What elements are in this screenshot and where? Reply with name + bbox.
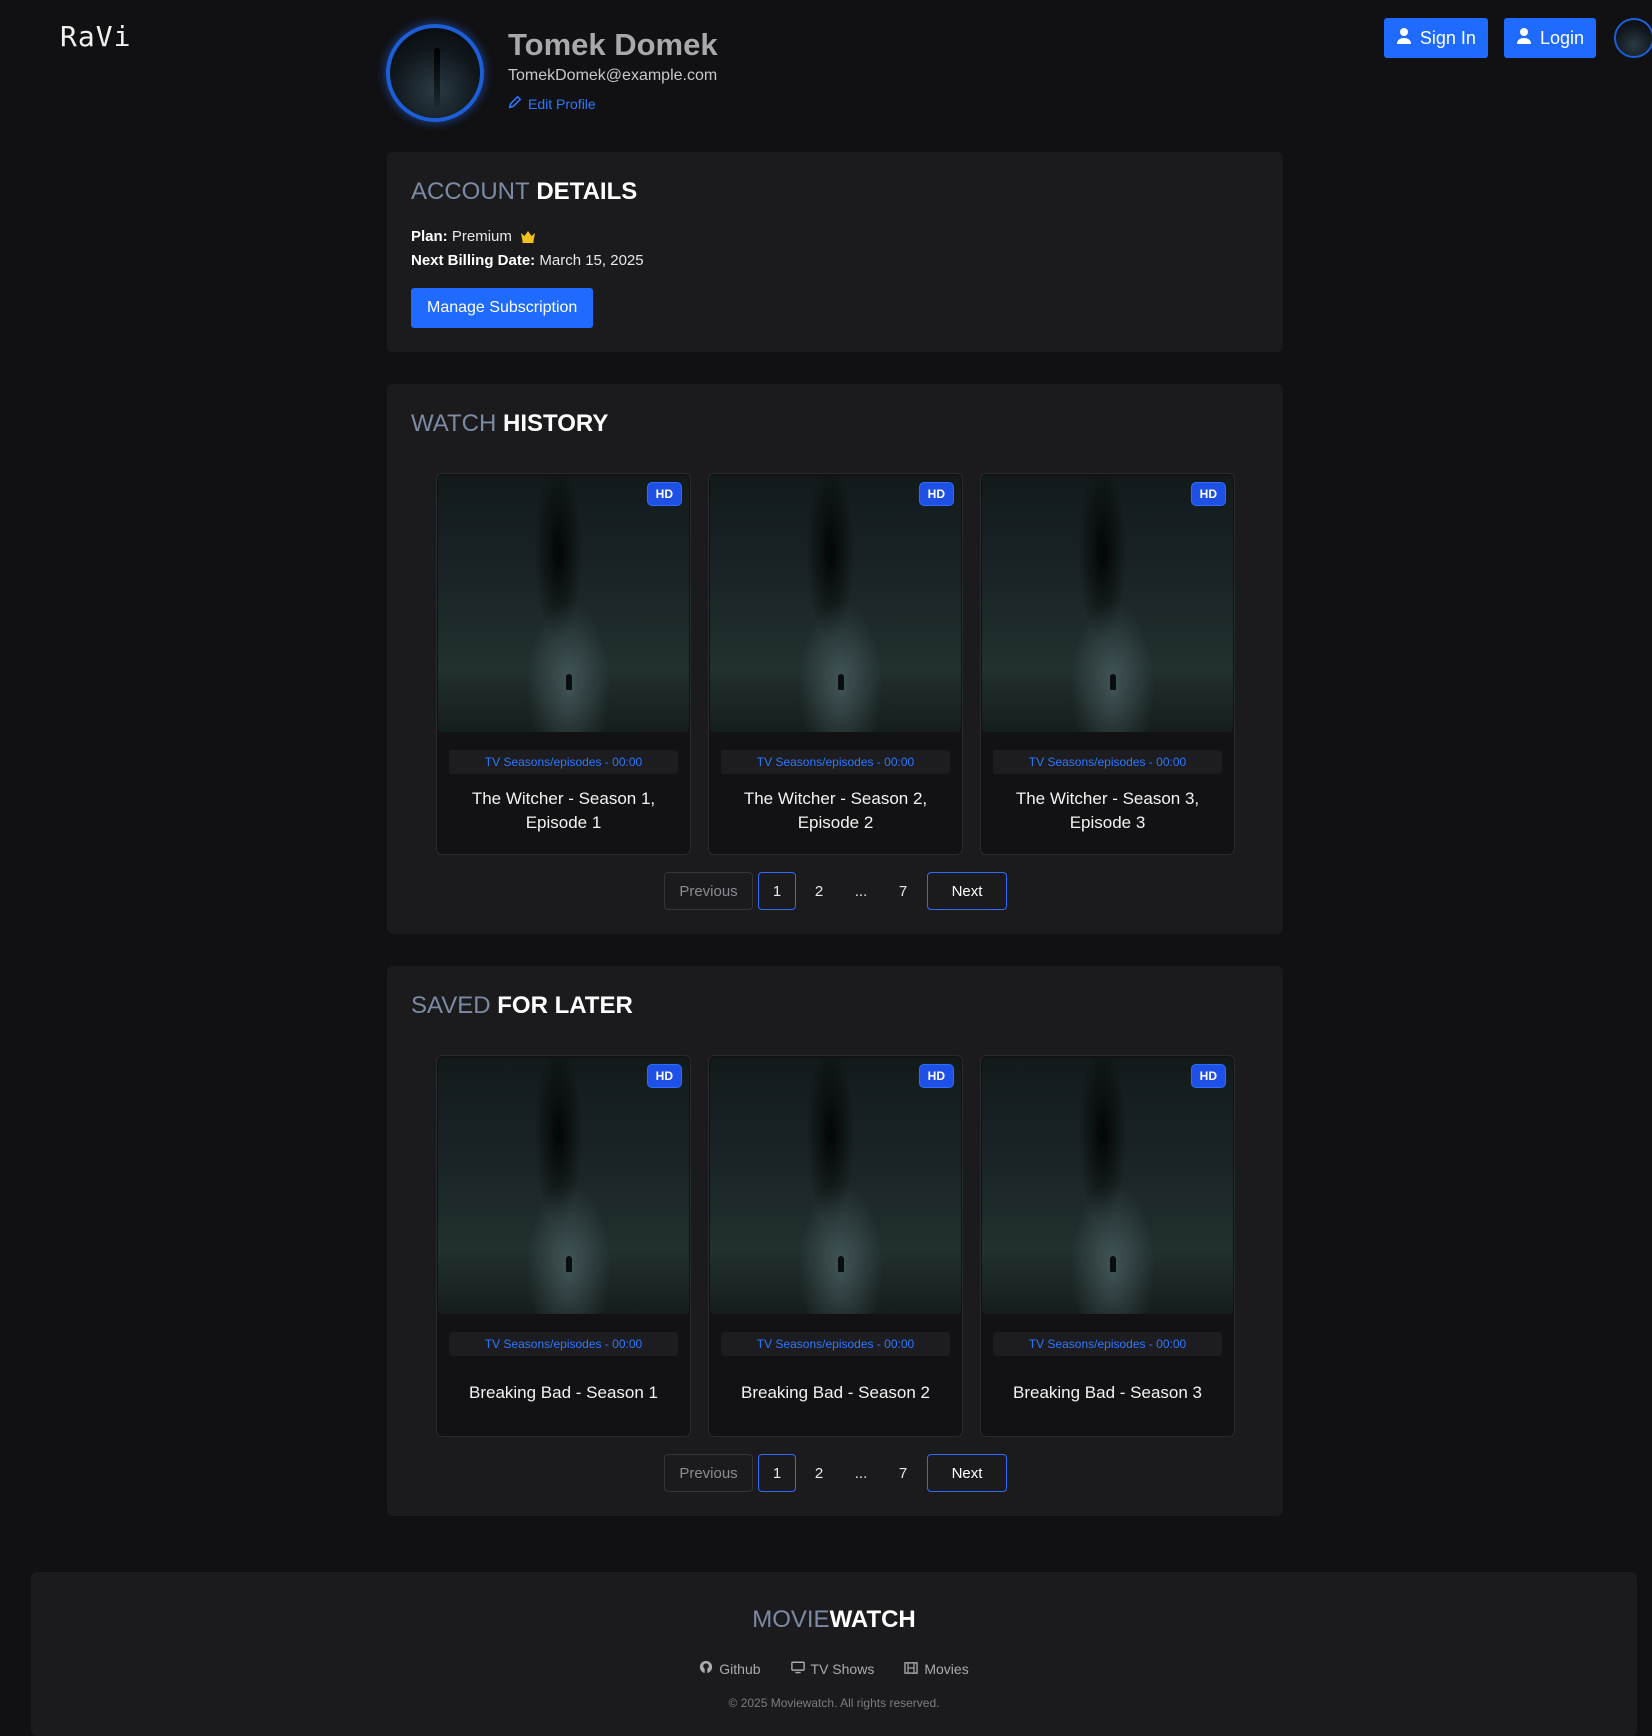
poster-image: HD <box>982 1058 1233 1314</box>
edit-profile-link[interactable]: Edit Profile <box>508 95 718 112</box>
hd-badge: HD <box>918 1064 954 1088</box>
github-icon <box>699 1660 713 1677</box>
tv-icon <box>790 1661 805 1677</box>
previous-button[interactable]: Previous <box>664 872 753 910</box>
login-button[interactable]: Login <box>1503 18 1596 58</box>
sign-in-button[interactable]: Sign In <box>1383 18 1488 58</box>
page-button-7[interactable]: 7 <box>884 1454 922 1492</box>
saved-pagination: Previous 1 2 ... 7 Next <box>664 1454 1007 1492</box>
next-button[interactable]: Next <box>927 872 1007 910</box>
plan-row: Plan: Premium <box>411 228 536 247</box>
card-meta: TV Seasons/episodes - 00:00 <box>993 1332 1222 1356</box>
page-button-2[interactable]: 2 <box>800 872 838 910</box>
page-ellipsis: ... <box>854 1464 868 1482</box>
copyright-text: © 2025 Moviewatch. All rights reserved. <box>728 1696 940 1710</box>
hd-badge: HD <box>646 482 682 506</box>
pencil-icon <box>508 95 522 112</box>
poster-image: HD <box>438 1058 689 1314</box>
card-title: The Witcher - Season 2, Episode 2 <box>743 789 928 832</box>
page-ellipsis: ... <box>854 882 868 900</box>
account-details-panel: ACCOUNT DETAILS Plan: Premium Next Billi… <box>387 152 1283 352</box>
media-card[interactable]: HD TV Seasons/episodes - 00:00 The Witch… <box>708 473 963 855</box>
footer-link-github[interactable]: Github <box>699 1660 761 1677</box>
page-button-2[interactable]: 2 <box>800 1454 838 1492</box>
auth-buttons: Sign In Login <box>1383 18 1596 58</box>
login-label: Login <box>1539 27 1584 48</box>
user-icon <box>1516 27 1532 50</box>
footer-link-movies[interactable]: Movies <box>904 1660 969 1677</box>
watch-history-panel: WATCH HISTORY HD TV Seasons/episodes - 0… <box>387 384 1283 934</box>
profile-email: TomekDomek@example.com <box>508 67 718 84</box>
footer-link-label: Github <box>719 1660 761 1677</box>
poster-image: HD <box>710 476 961 732</box>
profile-header: Tomek Domek TomekDomek@example.com Edit … <box>386 24 718 122</box>
card-meta: TV Seasons/episodes - 00:00 <box>721 1332 950 1356</box>
billing-row: Next Billing Date: March 15, 2025 <box>411 252 644 269</box>
hd-badge: HD <box>1190 1064 1226 1088</box>
media-card[interactable]: HD TV Seasons/episodes - 00:00 The Witch… <box>436 473 691 855</box>
card-title: Breaking Bad - Season 3 <box>1012 1383 1202 1402</box>
poster-image: HD <box>982 476 1233 732</box>
hd-badge: HD <box>646 1064 682 1088</box>
page-button-7[interactable]: 7 <box>884 872 922 910</box>
footer-link-tv-shows[interactable]: TV Shows <box>790 1660 875 1677</box>
footer-link-label: Movies <box>924 1660 969 1677</box>
history-cards: HD TV Seasons/episodes - 00:00 The Witch… <box>436 473 1235 855</box>
media-card[interactable]: HD TV Seasons/episodes - 00:00 Breaking … <box>708 1055 963 1437</box>
poster-image: HD <box>438 476 689 732</box>
card-title: The Witcher - Season 3, Episode 3 <box>1015 789 1200 832</box>
media-card[interactable]: HD TV Seasons/episodes - 00:00 Breaking … <box>436 1055 691 1437</box>
watch-history-title: WATCH HISTORY <box>411 410 609 437</box>
media-card[interactable]: HD TV Seasons/episodes - 00:00 The Witch… <box>980 473 1235 855</box>
card-meta: TV Seasons/episodes - 00:00 <box>721 750 950 774</box>
user-avatar-button[interactable] <box>1614 18 1652 58</box>
sign-in-label: Sign In <box>1419 27 1476 48</box>
film-icon <box>904 1661 919 1677</box>
plan-value: Premium <box>451 228 512 245</box>
poster-image: HD <box>710 1058 961 1314</box>
page-button-1[interactable]: 1 <box>758 1454 796 1492</box>
next-button[interactable]: Next <box>927 1454 1007 1492</box>
card-meta: TV Seasons/episodes - 00:00 <box>449 1332 678 1356</box>
crown-icon <box>520 230 536 247</box>
footer-links: Github TV Shows Movies <box>31 1660 1637 1677</box>
saved-for-later-panel: SAVED FOR LATER HD TV Seasons/episodes -… <box>387 966 1283 1516</box>
saved-for-later-title: SAVED FOR LATER <box>411 992 633 1019</box>
billing-value: March 15, 2025 <box>539 252 644 269</box>
card-title: Breaking Bad - Season 2 <box>740 1383 930 1402</box>
history-pagination: Previous 1 2 ... 7 Next <box>664 872 1007 910</box>
brand-logo[interactable]: RaVi <box>60 20 131 53</box>
profile-info: Tomek Domek TomekDomek@example.com Edit … <box>508 24 718 112</box>
account-details-title: ACCOUNT DETAILS <box>411 178 638 205</box>
footer-link-label: TV Shows <box>810 1660 875 1677</box>
card-title: The Witcher - Season 1, Episode 1 <box>471 789 656 832</box>
hd-badge: HD <box>1190 482 1226 506</box>
profile-name: Tomek Domek <box>508 27 718 62</box>
user-icon <box>1396 27 1412 50</box>
media-card[interactable]: HD TV Seasons/episodes - 00:00 Breaking … <box>980 1055 1235 1437</box>
card-meta: TV Seasons/episodes - 00:00 <box>449 750 678 774</box>
footer: MOVIEWATCH Github TV Shows Movies © 2025… <box>31 1572 1637 1736</box>
profile-avatar <box>386 24 484 122</box>
previous-button[interactable]: Previous <box>664 1454 753 1492</box>
hd-badge: HD <box>918 482 954 506</box>
manage-subscription-button[interactable]: Manage Subscription <box>411 288 594 328</box>
card-title: Breaking Bad - Season 1 <box>468 1383 658 1402</box>
card-meta: TV Seasons/episodes - 00:00 <box>993 750 1222 774</box>
saved-cards: HD TV Seasons/episodes - 00:00 Breaking … <box>436 1055 1235 1437</box>
edit-profile-label: Edit Profile <box>528 95 596 112</box>
footer-logo[interactable]: MOVIEWATCH <box>31 1606 1637 1634</box>
page-button-1[interactable]: 1 <box>758 872 796 910</box>
